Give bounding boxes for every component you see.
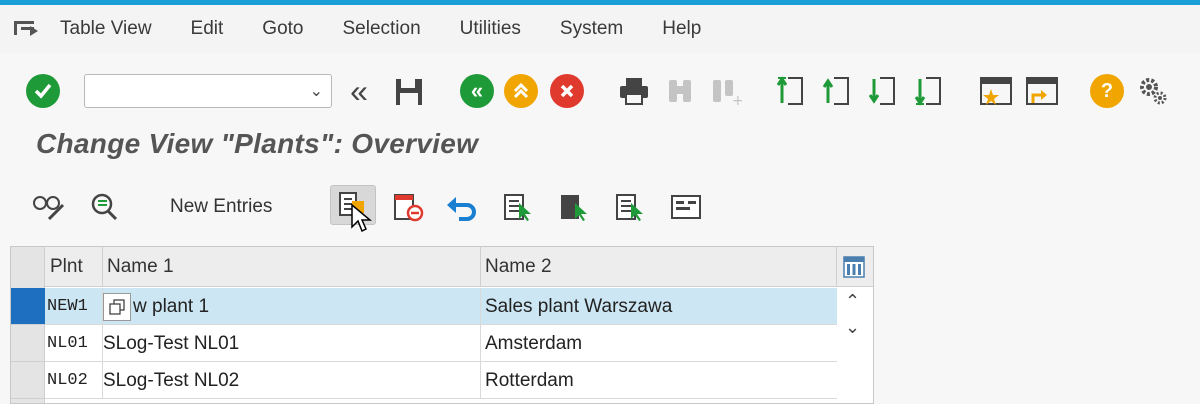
vertical-scrollbar[interactable]: ⌃ ⌄ (837, 287, 873, 403)
cell-name1[interactable]: SLog-Test NL01 (103, 325, 481, 362)
save-icon[interactable] (392, 75, 426, 109)
next-page-icon[interactable] (866, 74, 900, 108)
menu-icon[interactable] (12, 18, 40, 40)
menu-edit[interactable]: Edit (191, 18, 224, 40)
scroll-down-icon[interactable]: ⌄ (845, 317, 860, 338)
row-selector[interactable] (11, 325, 45, 362)
menu-help[interactable]: Help (662, 18, 701, 40)
first-page-icon[interactable] (774, 74, 808, 108)
chevron-down-icon[interactable]: ⌄ (310, 81, 323, 101)
scroll-up-icon[interactable]: ⌃ (845, 291, 860, 312)
cell-plnt[interactable]: NEW1 (45, 288, 103, 325)
select-all-corner[interactable] (11, 247, 45, 287)
display-change-icon[interactable] (30, 190, 68, 224)
table-header: Plnt Name 1 Name 2 (11, 247, 873, 287)
cell-plnt[interactable]: NL01 (45, 325, 103, 362)
copy-value-icon[interactable] (103, 293, 131, 321)
enter-check-icon[interactable] (26, 74, 60, 108)
generate-shortcut-icon[interactable] (1024, 74, 1060, 108)
cell-name2[interactable]: Rotterdam (481, 362, 837, 399)
plants-table: Plnt Name 1 Name 2 NEW1 w plant 1 Sales … (10, 246, 874, 404)
menu-table-view[interactable]: Table View (60, 18, 152, 40)
cell-name1[interactable]: w plant 1 (103, 288, 481, 325)
menu-goto[interactable]: Goto (262, 18, 303, 40)
exit-icon[interactable] (504, 74, 538, 108)
cell-name2[interactable]: Amsterdam (481, 325, 837, 362)
table-row[interactable]: NL01 SLog-Test NL01 Amsterdam (45, 325, 837, 362)
deselect-all-icon[interactable] (612, 190, 648, 224)
gear-icon[interactable] (1136, 74, 1170, 108)
cancel-icon[interactable] (550, 74, 584, 108)
row-selector[interactable] (11, 288, 45, 325)
menu-bar: Table View Edit Goto Selection Utilities… (0, 5, 1200, 53)
menu-selection[interactable]: Selection (343, 18, 421, 40)
undo-icon[interactable] (444, 190, 480, 224)
column-header-name1[interactable]: Name 1 (103, 247, 481, 287)
print-icon[interactable] (616, 74, 652, 108)
delete-icon[interactable] (390, 190, 426, 224)
create-session-icon[interactable] (978, 74, 1014, 108)
table-settings-icon[interactable] (843, 256, 865, 278)
standard-toolbar: ⌄ « « + ? (0, 53, 1200, 129)
new-entries-button[interactable]: New Entries (170, 196, 272, 218)
mouse-cursor-icon (348, 202, 374, 234)
table-row[interactable]: NEW1 w plant 1 Sales plant Warszawa (45, 288, 837, 325)
back-icon[interactable]: « (460, 74, 494, 108)
table-row[interactable]: NL02 SLog-Test NL02 Rotterdam (45, 362, 837, 399)
previous-page-icon[interactable] (820, 74, 854, 108)
command-field[interactable]: ⌄ (84, 74, 332, 108)
application-toolbar: New Entries (0, 180, 1200, 235)
cell-name2[interactable]: Sales plant Warszawa (481, 288, 837, 325)
cell-plnt[interactable]: NL02 (45, 362, 103, 399)
last-page-icon[interactable] (912, 74, 946, 108)
page-title: Change View "Plants": Overview (36, 128, 479, 159)
select-search-icon[interactable] (86, 190, 122, 224)
cell-name1[interactable]: SLog-Test NL02 (103, 362, 481, 399)
menu-system[interactable]: System (560, 18, 623, 40)
menu-utilities[interactable]: Utilities (460, 18, 521, 40)
print-field-list-icon[interactable] (668, 190, 704, 224)
help-icon[interactable]: ? (1090, 74, 1124, 108)
column-header-plnt[interactable]: Plnt (45, 247, 103, 287)
select-all-icon[interactable] (500, 190, 536, 224)
select-block-icon[interactable] (556, 190, 592, 224)
find-next-icon: + (708, 74, 744, 108)
svg-text:+: + (732, 93, 742, 106)
double-left-arrow-icon[interactable]: « (344, 73, 374, 109)
column-header-name2[interactable]: Name 2 (481, 247, 837, 287)
row-selector[interactable] (11, 362, 45, 399)
find-icon (664, 74, 696, 108)
